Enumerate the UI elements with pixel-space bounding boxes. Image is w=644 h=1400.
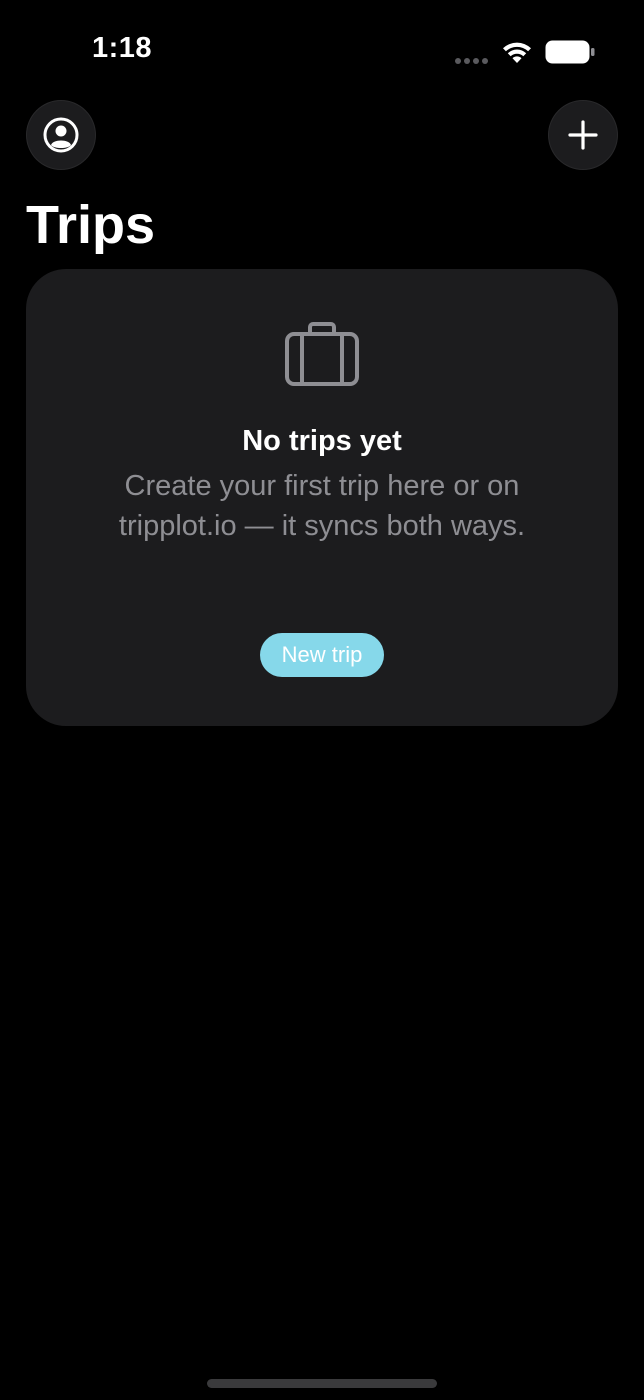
person-circle-icon [43, 117, 79, 153]
status-bar: 1:18 [0, 0, 644, 100]
status-time: 1:18 [92, 32, 153, 64]
empty-state-card: No trips yet Create your first trip here… [26, 269, 618, 726]
wifi-icon [503, 42, 531, 63]
battery-full-icon [545, 40, 595, 64]
add-trip-button[interactable] [548, 100, 618, 170]
page-title: Trips [26, 195, 156, 255]
plus-icon [568, 120, 598, 150]
empty-state-title: No trips yet [242, 425, 402, 457]
home-indicator[interactable] [207, 1379, 437, 1388]
empty-state-description: Create your first trip here or on trippl… [118, 470, 526, 542]
new-trip-button[interactable]: New trip [260, 633, 384, 677]
profile-button[interactable] [26, 100, 96, 170]
suitcase-icon [285, 322, 359, 386]
signal-dots-icon [455, 57, 491, 65]
